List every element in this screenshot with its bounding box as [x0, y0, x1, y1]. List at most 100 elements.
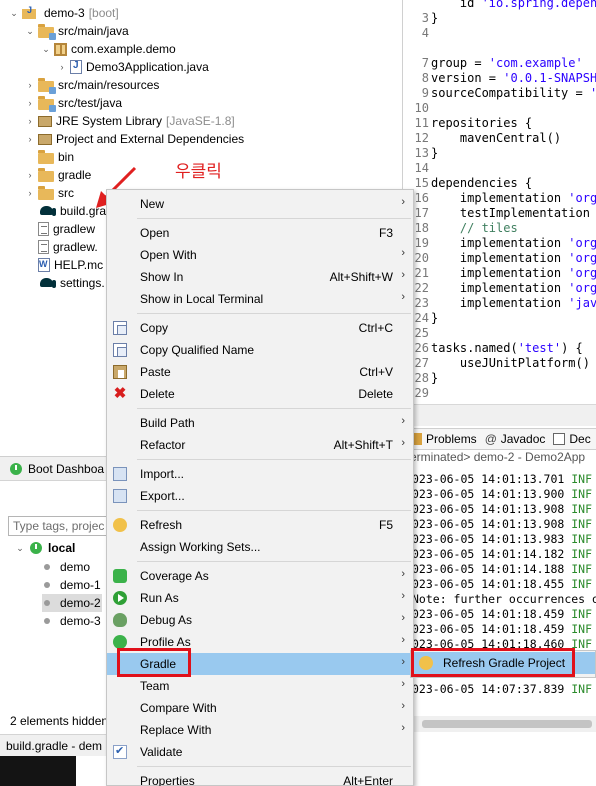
tree-item-decoration: [boot] — [88, 6, 119, 20]
code-line[interactable]: 4 — [403, 26, 431, 41]
tree-item[interactable]: gradlew — [24, 220, 95, 238]
code-line[interactable]: 12 mavenCentral() — [403, 131, 562, 146]
tree-item[interactable]: settings. — [24, 274, 105, 292]
boot-app-item[interactable]: demo-1 — [44, 576, 101, 594]
boot-app-item[interactable]: demo-3 — [44, 612, 101, 630]
tab-dec[interactable]: Dec — [553, 432, 591, 446]
menu-item-run-as[interactable]: Run As › — [107, 587, 413, 609]
menu-item-new[interactable]: New › — [107, 193, 413, 215]
tree-item[interactable]: › JRE System Library [JavaSE-1.8] — [24, 112, 235, 130]
chevron-right-icon: › — [401, 678, 405, 690]
tab-javadoc[interactable]: @ Javadoc — [485, 432, 546, 446]
chevron-down-icon[interactable]: ⌄ — [40, 44, 52, 55]
code-line[interactable]: 10 — [403, 101, 431, 116]
taskbar — [0, 756, 76, 786]
code-editor[interactable]: id 'io.spring.depend 3} 4 7 group = 'com.exa… — [402, 0, 596, 426]
highlight-box-gradle — [117, 648, 191, 677]
code-line[interactable]: id 'io.spring.depend — [403, 0, 596, 11]
console-scroll-thumb[interactable] — [422, 720, 592, 728]
menu-item-label: Copy — [140, 321, 169, 335]
code-line[interactable] — [403, 41, 431, 56]
code-line[interactable]: 21 implementation 'org. — [403, 266, 596, 281]
code-line[interactable]: 7 group = 'com.example' — [403, 56, 583, 71]
menu-item-show-in[interactable]: Show In Alt+Shift+W › — [107, 266, 413, 288]
menu-item-shortcut: Alt+Shift+T — [333, 438, 393, 452]
tree-item-label: Demo3Application.java — [86, 60, 209, 74]
tree-item[interactable]: ⌄ src/main/java — [24, 22, 129, 40]
chevron-down-icon[interactable]: ⌄ — [14, 543, 26, 554]
chevron-right-icon[interactable]: › — [56, 62, 68, 72]
menu-item-import[interactable]: Import... — [107, 463, 413, 485]
code-line[interactable]: 17 testImplementation — [403, 206, 590, 221]
code-line[interactable]: 3} — [403, 11, 438, 26]
menu-item-show-in-local-terminal[interactable]: Show in Local Terminal › — [107, 288, 413, 310]
menu-item-refresh[interactable]: Refresh F5 — [107, 514, 413, 536]
code-line[interactable]: 27 useJUnitPlatform() — [403, 356, 590, 371]
menu-item-debug-as[interactable]: Debug As › — [107, 609, 413, 631]
menu-item-properties[interactable]: Properties Alt+Enter — [107, 770, 413, 786]
boot-app-item[interactable]: demo — [44, 558, 90, 576]
tree-item[interactable]: › Demo3Application.java — [56, 58, 209, 76]
menu-item-copy[interactable]: Copy Ctrl+C — [107, 317, 413, 339]
text-file-icon — [38, 222, 49, 236]
console-horizontal-scrollbar[interactable] — [402, 716, 596, 732]
menu-item-coverage-as[interactable]: Coverage As › — [107, 565, 413, 587]
code-line[interactable]: 22 implementation 'org. — [403, 281, 596, 296]
code-line[interactable]: 19 implementation 'org. — [403, 236, 596, 251]
menu-item-team[interactable]: Team › — [107, 675, 413, 697]
chevron-right-icon[interactable]: › — [24, 98, 36, 108]
chevron-right-icon[interactable]: › — [24, 134, 36, 144]
menu-item-replace-with[interactable]: Replace With › — [107, 719, 413, 741]
editor-horizontal-scrollbar[interactable]: ‹ — [402, 404, 596, 426]
tree-item[interactable]: › Project and External Dependencies — [24, 130, 245, 148]
chevron-right-icon[interactable]: › — [24, 170, 36, 180]
chevron-down-icon[interactable]: ⌄ — [8, 8, 20, 19]
menu-item-refactor[interactable]: Refactor Alt+Shift+T › — [107, 434, 413, 456]
code-line[interactable]: 16 implementation 'org. — [403, 191, 596, 206]
menu-item-validate[interactable]: Validate — [107, 741, 413, 763]
tree-item[interactable]: › src/main/resources — [24, 76, 159, 94]
tree-item[interactable]: bin — [24, 148, 74, 166]
console-output[interactable]: 023-06-05 14:01:13.701 INF 023-06-05 14:0… — [402, 468, 596, 718]
tree-item[interactable]: gradlew. — [24, 238, 98, 256]
menu-item-compare-with[interactable]: Compare With › — [107, 697, 413, 719]
menu-item-open-with[interactable]: Open With › — [107, 244, 413, 266]
chevron-right-icon[interactable]: › — [24, 188, 36, 198]
code-line[interactable]: 15 dependencies { — [403, 176, 533, 191]
chevron-right-icon[interactable]: › — [24, 80, 36, 90]
tree-item[interactable]: ⌄ com.example.demo — [40, 40, 176, 58]
tree-item[interactable]: ⌄ demo-3[boot] — [8, 4, 119, 22]
tab-problems[interactable]: Problems — [410, 432, 477, 446]
code-line[interactable]: 18 // tiles — [403, 221, 518, 236]
tree-item[interactable]: › src/test/java — [24, 94, 122, 112]
code-line[interactable]: 13} — [403, 146, 439, 161]
menu-item-build-path[interactable]: Build Path › — [107, 412, 413, 434]
chevron-down-icon[interactable]: ⌄ — [24, 26, 36, 37]
menu-item-copy-qualified-name[interactable]: Copy Qualified Name — [107, 339, 413, 361]
boot-group-local[interactable]: ⌄ local — [14, 539, 75, 557]
menu-item-export[interactable]: Export... — [107, 485, 413, 507]
code-line[interactable]: 9sourceCompatibility = '1 — [403, 86, 596, 101]
markdown-file-icon — [38, 258, 50, 272]
app-status-dot-icon — [44, 618, 50, 624]
tree-item[interactable]: build.gra — [24, 202, 106, 220]
menu-item-paste[interactable]: Paste Ctrl+V — [107, 361, 413, 383]
menu-item-open[interactable]: Open F3 — [107, 222, 413, 244]
console-line: 023-06-05 14:01:13.900 INF — [412, 487, 592, 502]
code-line[interactable]: 20 implementation 'org. — [403, 251, 596, 266]
chevron-right-icon[interactable]: › — [24, 116, 36, 126]
debug-icon — [113, 613, 127, 627]
code-line[interactable]: 23 implementation 'java — [403, 296, 596, 311]
boot-app-item[interactable]: demo-2 — [42, 594, 102, 612]
paste-icon — [113, 365, 127, 379]
code-line[interactable]: 8 version = '0.0.1-SNAPSHO — [403, 71, 596, 86]
code-line[interactable]: 14 — [403, 161, 431, 176]
tree-item[interactable]: › src — [24, 184, 74, 202]
code-line[interactable]: 11 repositories { — [403, 116, 533, 131]
menu-item-delete[interactable]: ✖ Delete Delete — [107, 383, 413, 405]
boot-filter-input[interactable] — [8, 516, 118, 536]
tree-item[interactable]: HELP.mc — [24, 256, 103, 274]
code-line[interactable]: 26 tasks.named('test') { — [403, 341, 583, 356]
tree-item[interactable]: › gradle — [24, 166, 91, 184]
menu-item-assign-working-sets[interactable]: Assign Working Sets... — [107, 536, 413, 558]
